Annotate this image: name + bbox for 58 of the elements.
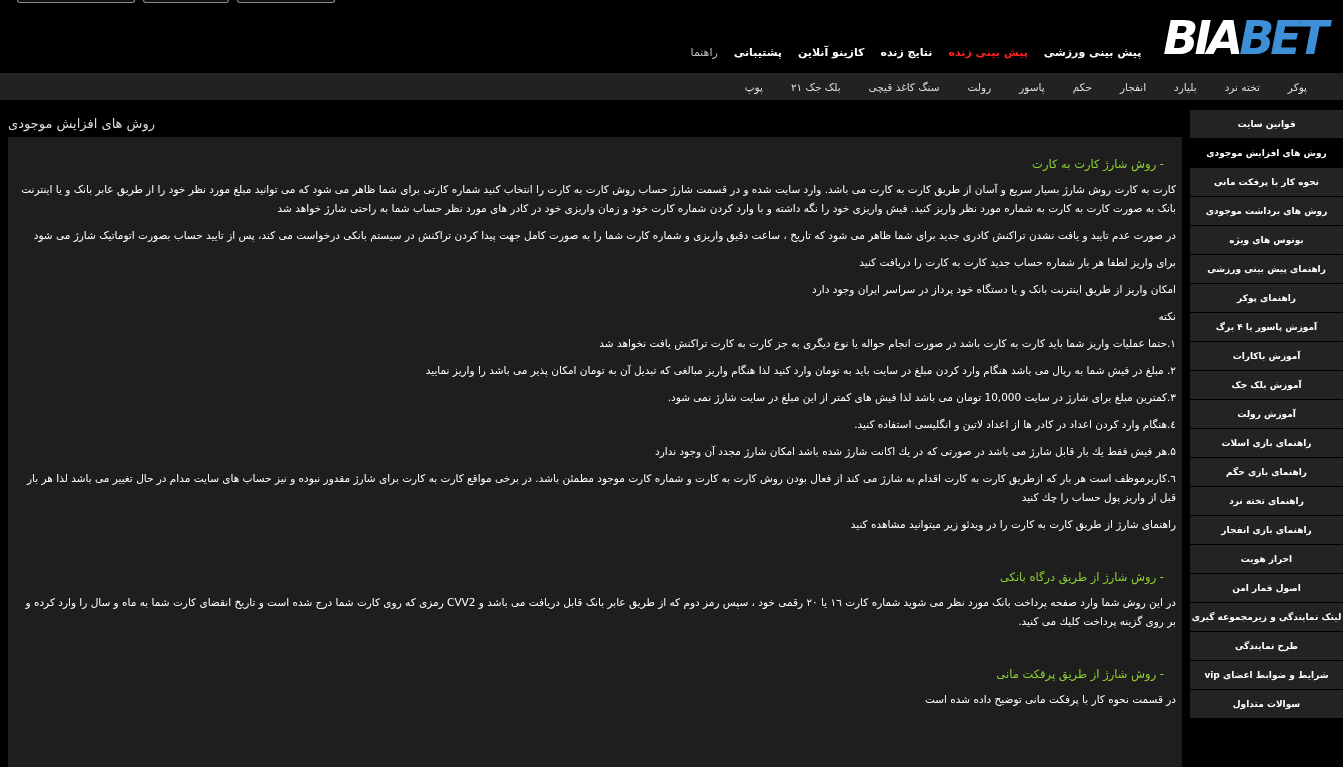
paragraph: نکته [1157,309,1176,324]
sidebar-item[interactable]: روش های برداشت موجودی [1190,197,1343,225]
paragraph: امکان واریز از طریق اینترنت بانک و یا دستگاه خود پرداز در سراسر ایران وجود دارد [811,282,1176,298]
sidebar-item[interactable]: راهنمای بازی اسلات [1190,429,1343,457]
sidebar-item[interactable]: راهنمای بازی انفجار [1190,516,1343,544]
nav-link[interactable]: پشتیبانی [733,46,782,59]
header-button[interactable] [237,0,335,3]
game-link[interactable]: سنگ کاغذ قیچی [854,80,954,93]
paragraph: در این روش شما وارد صفحه پرداخت بانک مورد نظر می شوید شماره کارت ۱٦ یا ۲۰ رقمی خود ، سپس رمز دوم که از طریق عابر بانک قابل دریافت می باشد و CVV2 رمزی که روی کارت شما درج شده است و تاریخ انقضای کارت شما به ماه و سال را وارد کرده و بر روی گزینه پرداخت کلیك می کنید. [24,595,1176,630]
sidebar-item[interactable]: اصول قمار امن [1190,574,1343,602]
sidebar-item[interactable]: قوانین سایت [1190,110,1343,138]
paragraph: در قسمت نحوه کار با پرفکت مانی توضیح داده شده است [923,692,1176,708]
sidebar-item[interactable]: راهنمای پوکر [1190,284,1343,312]
game-link[interactable]: رولت [953,80,1006,93]
game-link[interactable]: حکم [1058,80,1106,93]
sidebar-item[interactable]: راهنمای بازی حگم [1190,458,1343,486]
header-button[interactable] [17,0,135,3]
nav-link[interactable]: راهنما [690,46,718,59]
game-link[interactable]: تخته نرد [1210,80,1274,93]
paragraph: کارت به کارت روش شارژ بسیار سریع و آسان از طریق کارت به کارت می باشد. وارد سایت شده و در قسمت شارژ حساب روش کارت به کارت را انتخاب کنید شماره کارتی برای شما ظاهر می شود که می توانید مبلغ مورد نظر خود را از طریق عابر بانک و یا اینترنت بانک به صورت کارت به کارت به شماره مورد نظر واریز کنید. فیش واریزی خود را نگه داشته و با وارد کردن شماره کارت خود و زمان واریزی خود در کادر های مورد نظر حساب شما به راحتی شارژ خواهد شد [20,182,1176,217]
game-link[interactable]: پوپ [730,80,777,93]
sidebar-item[interactable]: راهنمای پیش بینی ورزشی [1190,255,1343,283]
sidebar-item[interactable]: سوالات متداول [1190,690,1343,718]
section-heading: - روش شارژ از طریق پرفکت مانی [996,667,1164,681]
sidebar-item[interactable]: آموزش پاسور یا ۴ برگ [1190,313,1343,341]
header-button[interactable] [143,0,229,3]
paragraph: ۱.حتما عملیات واریز شما باید کارت به کارت باشد در صورت انجام حواله یا نوع دیگری به جز کارت به کارت تراکنش یافت نخواهد شد [598,336,1176,352]
nav-link[interactable]: پیش بینی ورزشی [1043,46,1142,59]
nav-link[interactable]: کازینو آنلاین [797,46,865,59]
nav-link[interactable]: نتایج زنده [880,46,933,59]
paragraph: برای واریز لطفا هر بار شماره حساب جدید کارت به کارت را دریافت کنید [858,255,1176,271]
logo[interactable]: BIABET [1163,15,1331,61]
sidebar-item[interactable]: راهنمای تخته نرد [1190,487,1343,515]
paragraph: در صورت عدم تایید و یافت نشدن تراکنش کادری جدید برای شما ظاهر می شود که تاریخ ، ساعت دقیق واریزی و شماره کارت شما را به صورت کامل جهت پیدا کردن تراکنش در سیستم بانکی درخواست می کند، پس از تایید حساب بصورت اتوماتیک شارژ می شود [32,228,1176,244]
paragraph: ۵.هر فیش فقط یك بار قابل شارژ می باشد در صورتی که در یك اکانت شارژ شده باشد امکان شارژ مجدد آن وجود ندارد [653,444,1176,460]
nav-link[interactable]: پیش بینی زنده [948,46,1028,59]
sidebar-item[interactable]: آموزش باکارات [1190,342,1343,370]
sidebar-item[interactable]: آموزش رولت [1190,400,1343,428]
sidebar-item[interactable]: نحوه کار با پرفکت مانی [1190,168,1343,196]
paragraph: ٦.کاربرموظف است هر بار که ازطریق کارت به کارت اقدام به شارژ می کند از فعال بودن روش کارت به کارت و شماره کارت موجود مطمئن باشد. در برخی مواقع کارت به کارت برای شارژ مقدور نبوده و نیز حساب های سایت مدام در حال تغییر می باشد لذا هر بار قبل از واریز پول حساب را چك کنید [25,471,1176,506]
sidebar-item[interactable]: طرح نمایندگی [1190,632,1343,660]
section-heading: - روش شارژ کارت به کارت [1032,157,1164,171]
paragraph: ۲. مبلغ در فیش شما به ریال می باشد هنگام وارد کردن مبلغ در سایت باید به تومان وارد کنید لذا هنگام واریز مبالغی که تبدیل آن به تومان امکان پذیر می باشد را واریز نمایید [424,363,1176,379]
sidebar-item[interactable]: شرایط و ضوابط اعضای vip [1190,661,1343,689]
paragraph: ۳.کمترین مبلغ برای شارژ در سایت 10,000 تومان می باشد لذا فیش های کمتر از این مبلغ در سایت شارژ نمی شود. [666,390,1176,406]
sidebar-item[interactable]: احراز هویت [1190,545,1343,573]
game-link[interactable]: انفجار [1105,80,1161,93]
paragraph: راهنمای شارژ از طریق کارت به کارت را در ویدئو زیر میتوانید مشاهده کنید [849,517,1176,533]
game-link[interactable]: بلیارد [1160,80,1211,93]
game-link[interactable]: بلک جک ۲۱ [776,80,855,93]
game-link[interactable]: پوکر [1273,80,1321,93]
page-title: روش های افزایش موجودی [8,115,156,134]
game-link[interactable]: پاسور [1005,80,1059,93]
sidebar-item[interactable]: لینک نمایندگی و زیرمجموعه گیری [1190,603,1343,631]
section-heading: - روش شارژ از طریق درگاه بانکی [999,570,1164,584]
paragraph: ٤.هنگام وارد کردن اعداد در کادر ها از اعداد لاتین و انگلیسی استفاده کنید. [853,417,1176,433]
sidebar-item[interactable]: بونوس های ویژه [1190,226,1343,254]
sidebar-item[interactable]: آموزش بلک جک [1190,371,1343,399]
